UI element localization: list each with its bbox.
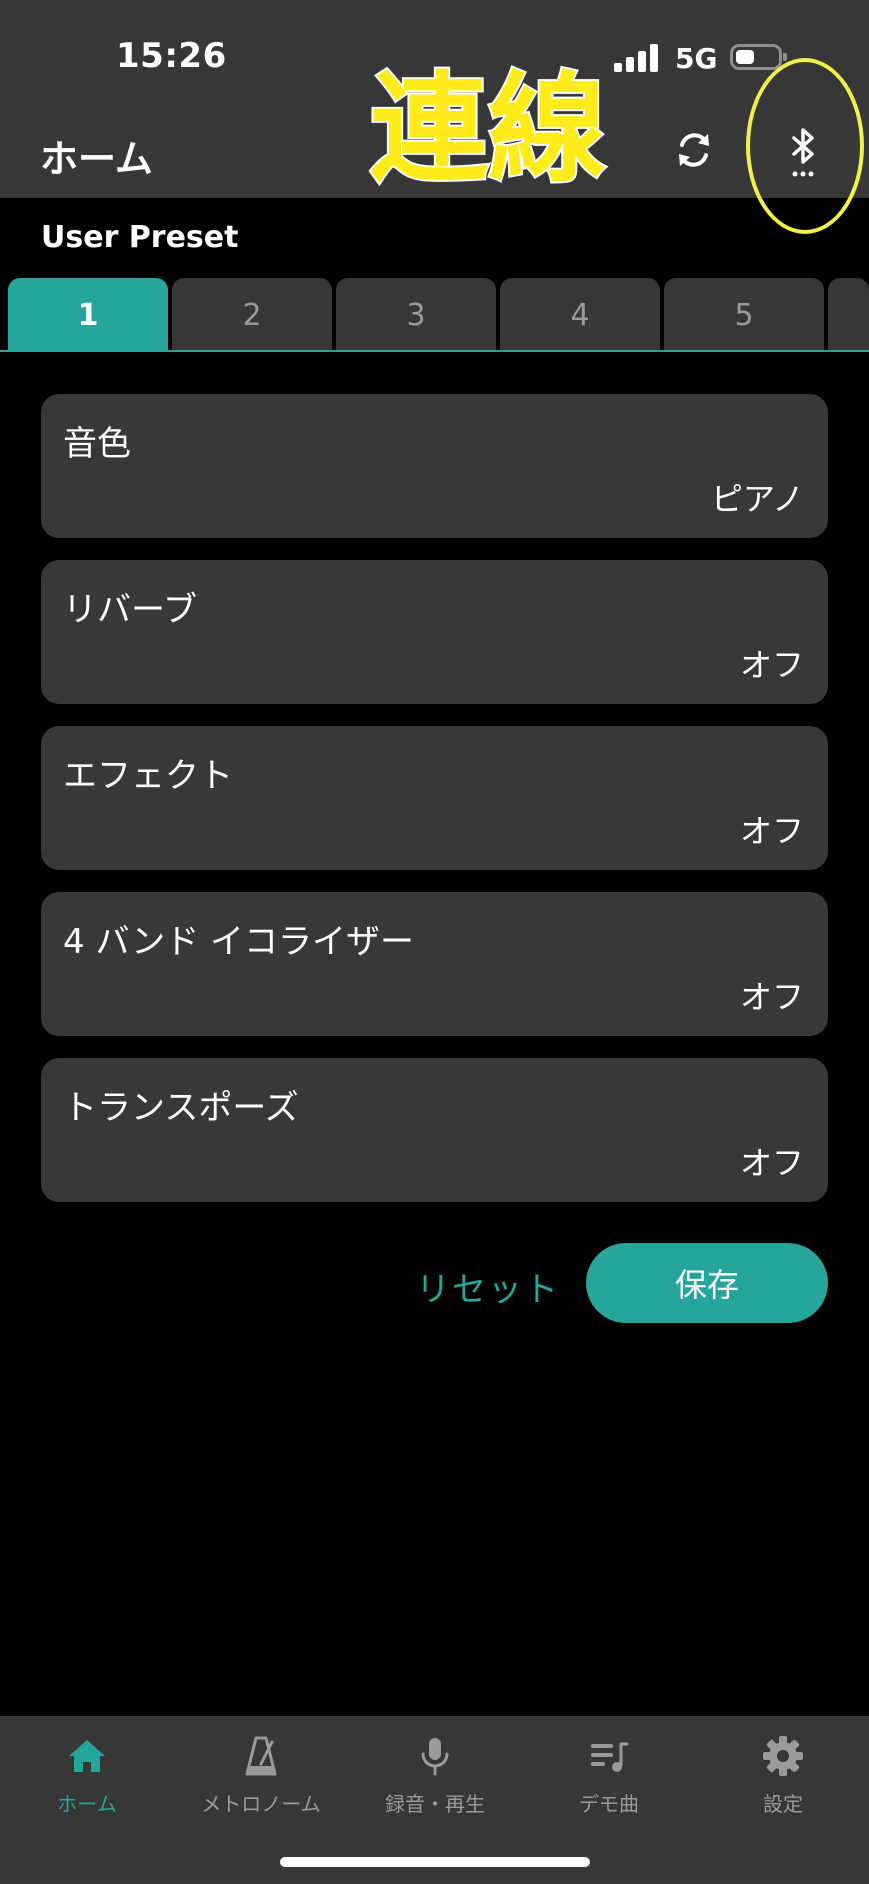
- preset-tab-4[interactable]: 4: [500, 278, 660, 352]
- setting-label: 4 バンド イコライザー: [63, 922, 414, 962]
- setting-label: リバーブ: [63, 590, 197, 630]
- nav-label: 設定: [763, 1792, 803, 1816]
- nav-label: デモ曲: [579, 1792, 639, 1816]
- setting-card-tone[interactable]: 音色 ピアノ: [41, 394, 828, 538]
- network-type: 5G: [675, 42, 718, 75]
- setting-value: オフ: [739, 978, 804, 1016]
- annotation-label: 連線: [368, 60, 608, 198]
- setting-card-transpose[interactable]: トランスポーズ オフ: [41, 1058, 828, 1202]
- home-indicator: [280, 1857, 590, 1867]
- setting-value: ピアノ: [710, 480, 804, 518]
- save-button[interactable]: 保存: [586, 1243, 828, 1323]
- setting-value: オフ: [739, 812, 804, 850]
- setting-card-reverb[interactable]: リバーブ オフ: [41, 560, 828, 704]
- setting-label: トランスポーズ: [63, 1088, 299, 1128]
- reset-button[interactable]: リセット: [416, 1262, 560, 1311]
- preset-tab-5[interactable]: 5: [664, 278, 824, 352]
- preset-tab-1[interactable]: 1: [8, 278, 168, 352]
- sync-icon: [679, 133, 709, 167]
- preset-section-label: User Preset: [41, 220, 239, 255]
- nav-label: ホーム: [57, 1792, 117, 1816]
- setting-card-equalizer[interactable]: 4 バンド イコライザー オフ: [41, 892, 828, 1036]
- preset-tab-2[interactable]: 2: [172, 278, 332, 352]
- setting-value: オフ: [739, 646, 804, 684]
- preset-tab-overflow[interactable]: [828, 278, 869, 352]
- nav-item-record[interactable]: 録音・再生: [348, 1734, 522, 1834]
- setting-card-effect[interactable]: エフェクト オフ: [41, 726, 828, 870]
- nav-item-metronome[interactable]: メトロノーム: [174, 1734, 348, 1834]
- home-icon: [69, 1740, 105, 1772]
- gear-icon: [763, 1736, 803, 1776]
- music-list-icon: [591, 1742, 629, 1772]
- nav-item-demo[interactable]: デモ曲: [522, 1734, 696, 1834]
- setting-label: エフェクト: [63, 756, 233, 796]
- nav-label: 録音・再生: [385, 1792, 485, 1816]
- page-title: ホーム: [40, 137, 153, 181]
- home-screen: 15:26 5G ホーム 連線 User Preset 1 2 3 4 5 音色…: [0, 0, 869, 1884]
- metronome-icon: [245, 1736, 277, 1776]
- tabs-underline: [0, 350, 869, 352]
- battery-icon: [730, 44, 787, 70]
- nav-label: メトロノーム: [201, 1792, 321, 1816]
- preset-tabs: 1 2 3 4 5: [0, 278, 869, 352]
- highlight-circle: [746, 58, 864, 234]
- setting-value: オフ: [739, 1144, 804, 1182]
- nav-item-settings[interactable]: 設定: [696, 1734, 869, 1834]
- nav-item-home[interactable]: ホーム: [0, 1734, 174, 1834]
- sync-button[interactable]: [672, 128, 716, 172]
- status-time: 15:26: [116, 36, 227, 76]
- signal-icon: [614, 44, 662, 72]
- setting-label: 音色: [63, 424, 131, 464]
- preset-tab-3[interactable]: 3: [336, 278, 496, 352]
- microphone-icon: [421, 1738, 449, 1776]
